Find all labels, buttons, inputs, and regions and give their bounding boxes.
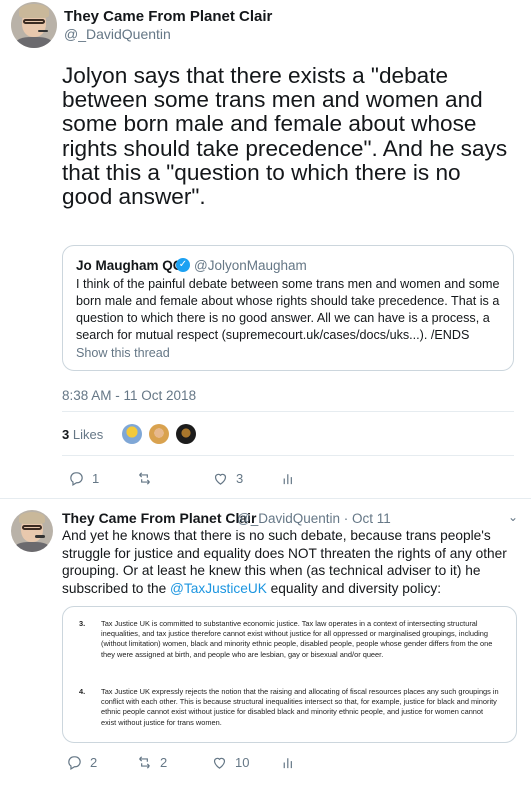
like-button[interactable]: 3 [212,470,243,487]
analytics-icon [283,474,292,485]
author-name[interactable]: They Came From Planet Clair [64,8,272,25]
divider [62,455,514,456]
analytics-button[interactable] [280,470,297,487]
like-icon [214,473,227,485]
doc-item-text: Tax Justice UK is committed to substanti… [101,619,493,659]
quoted-author-handle[interactable]: @JolyonMaugham [194,258,307,273]
attached-image[interactable]: 3. Tax Justice UK is committed to substa… [62,606,517,743]
reply-button[interactable]: 1 [68,470,99,487]
tweet-text: Jolyon says that there exists a "debate … [62,63,508,210]
retweet-icon [139,756,150,769]
tweet-text-part: equality and diversity policy: [266,580,442,596]
author-handle[interactable]: @_DavidQuentin [64,26,171,42]
quoted-author-name[interactable]: Jo Maugham QC [76,258,183,273]
liker-avatar[interactable] [176,424,196,444]
analytics-button[interactable] [280,754,297,771]
liker-avatar[interactable] [122,424,142,444]
doc-item-number: 4. [79,687,86,696]
likes-label: Likes [72,427,104,442]
reply-icon [68,756,81,770]
avatar[interactable] [11,510,53,552]
likes-count[interactable]: 3 Likes [62,427,103,442]
tweet-separator [0,498,531,499]
retweet-button[interactable]: 2 [136,754,167,771]
tweet-text: And yet he knows that there is no such d… [62,527,522,597]
author-handle-date[interactable]: @_DavidQuentin · Oct 11 [237,511,391,526]
author-name[interactable]: They Came From Planet Clair [62,510,257,526]
doc-item-text: Tax Justice UK expressly rejects the not… [101,687,499,727]
divider [62,411,514,412]
show-thread-link[interactable]: Show this thread [76,346,170,360]
doc-item: 3. Tax Justice UK is committed to substa… [79,619,499,660]
avatar[interactable] [11,2,57,48]
likes-number: 3 [62,427,70,442]
reply-count: 1 [92,471,100,486]
quoted-tweet-text: I think of the painful debate between so… [76,277,500,342]
doc-item: 4. Tax Justice UK expressly rejects the … [79,687,499,728]
tweet-timestamp[interactable]: 8:38 AM - 11 Oct 2018 [62,388,196,403]
retweet-count: 2 [160,755,168,770]
analytics-icon [283,758,292,769]
reply-count: 2 [90,755,98,770]
quoted-tweet-card[interactable]: Jo Maugham QC ✓ @JolyonMaugham I think o… [62,245,514,371]
like-icon [213,757,226,769]
verified-badge-icon: ✓ [176,258,190,272]
like-count: 10 [235,755,250,770]
reply-button[interactable]: 2 [66,754,97,771]
like-button[interactable]: 10 [211,754,249,771]
reply-icon [70,472,83,486]
like-count: 3 [236,471,244,486]
mention-link[interactable]: @TaxJusticeUK [170,581,267,596]
retweet-button[interactable] [136,470,160,487]
retweet-icon [139,472,150,485]
chevron-down-icon[interactable]: ⌄ [508,510,518,524]
liker-avatar[interactable] [149,424,169,444]
doc-item-number: 3. [79,619,86,628]
